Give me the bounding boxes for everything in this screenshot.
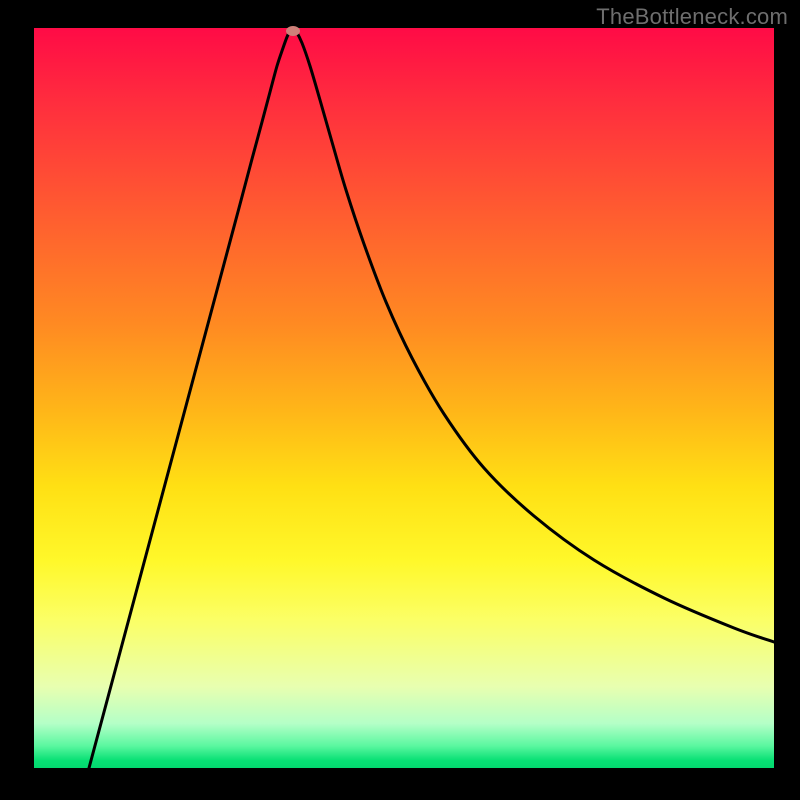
watermark-text: TheBottleneck.com <box>596 4 788 30</box>
bottleneck-curve <box>34 28 774 768</box>
optimal-point-marker <box>286 26 300 36</box>
plot-area <box>34 28 774 768</box>
chart-frame: TheBottleneck.com <box>0 0 800 800</box>
